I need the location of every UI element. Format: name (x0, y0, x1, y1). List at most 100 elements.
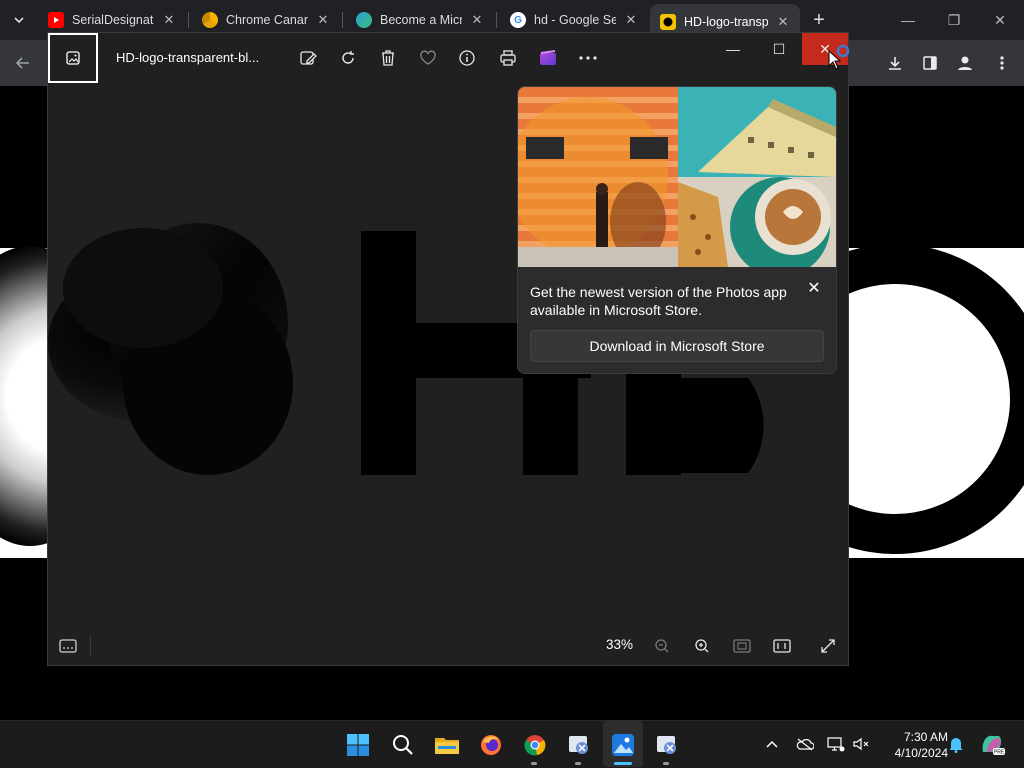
onedrive-tray-button[interactable] (795, 733, 815, 755)
taskbar-clock[interactable]: 7:30 AM 4/10/2024 (880, 729, 948, 761)
photos-icon (612, 734, 634, 756)
close-icon[interactable]: ✕ (316, 12, 330, 28)
store-update-popup: Get the newest version of the Photos app… (517, 86, 837, 374)
chrome-button[interactable] (519, 729, 551, 761)
firefox-button[interactable] (475, 729, 507, 761)
tab-google-search[interactable]: G hd - Google Search ✕ (500, 6, 648, 34)
tab-divider (496, 12, 497, 28)
network-icon (827, 737, 845, 752)
tab-chrome-canary[interactable]: Chrome Canary ✕ (192, 6, 340, 34)
favorite-button[interactable] (416, 46, 440, 70)
windows-taskbar: 7:30 AM 4/10/2024 PRE (0, 720, 1024, 768)
close-icon[interactable]: ✕ (776, 14, 790, 30)
browser-close-button[interactable]: ✕ (980, 8, 1020, 32)
snipping-tool-icon (569, 736, 588, 754)
promo-collage-image (518, 87, 836, 267)
file-explorer-icon (435, 738, 459, 754)
download-icon (889, 57, 901, 70)
volume-tray-button[interactable] (851, 733, 871, 755)
active-indicator (614, 762, 632, 765)
new-tab-button[interactable]: + (808, 8, 830, 32)
photos-minimize-button[interactable]: — (710, 33, 756, 65)
more-options-icon (579, 56, 597, 60)
browser-minimize-button[interactable]: — (888, 8, 928, 32)
print-button[interactable] (496, 46, 520, 70)
chrome-menu-button[interactable] (987, 48, 1017, 78)
image-thumbnail-icon (66, 51, 80, 65)
copilot-button[interactable]: PRE (978, 733, 1006, 756)
side-panel-button[interactable] (915, 48, 945, 78)
profile-button[interactable] (950, 48, 980, 78)
show-hidden-icons-button[interactable] (762, 733, 782, 755)
delete-button[interactable] (376, 46, 400, 70)
search-icon (393, 735, 413, 755)
snipping-tool-icon-2 (657, 736, 676, 754)
clipchamp-button[interactable] (536, 46, 560, 70)
zoom-in-icon (695, 639, 709, 653)
running-indicator (531, 762, 537, 765)
expand-icon (821, 639, 835, 653)
notification-bell-icon (949, 738, 963, 753)
info-icon (459, 50, 475, 66)
actual-size-button[interactable] (769, 634, 795, 658)
onedrive-icon (796, 738, 814, 751)
edit-image-icon (300, 51, 317, 65)
info-button[interactable] (455, 46, 479, 70)
clock-time: 7:30 AM (903, 730, 948, 744)
more-options-button[interactable] (576, 46, 600, 70)
promo-message: Get the newest version of the Photos app… (530, 284, 787, 318)
running-indicator (575, 762, 581, 765)
rotate-button[interactable] (336, 46, 360, 70)
favorite-icon (420, 50, 436, 65)
promo-close-button[interactable]: ✕ (804, 279, 824, 299)
photos-taskbar-button[interactable] (607, 729, 639, 761)
tab-divider (188, 12, 189, 28)
zoom-level[interactable]: 33% (606, 637, 633, 652)
tab-title: Become a Microsoft (380, 13, 462, 27)
tab-title: SerialDesignation (72, 13, 154, 27)
file-explorer-button[interactable] (431, 729, 463, 761)
tab-title: Chrome Canary (226, 13, 308, 27)
zoom-out-button[interactable] (649, 634, 675, 658)
svg-text:PRE: PRE (994, 750, 1005, 756)
start-button[interactable] (342, 729, 374, 761)
running-indicator (663, 762, 669, 765)
close-icon[interactable]: ✕ (470, 12, 484, 28)
photos-maximize-button[interactable]: ☐ (756, 33, 802, 65)
filmstrip-toggle-button[interactable] (48, 33, 98, 83)
hd-logo-icon (660, 14, 676, 30)
tab-search-button[interactable] (6, 8, 32, 32)
zoom-out-icon (655, 639, 669, 653)
edge-icon (356, 12, 372, 28)
close-icon[interactable]: ✕ (624, 12, 638, 28)
close-icon[interactable]: ✕ (162, 12, 176, 28)
zoom-in-button[interactable] (689, 634, 715, 658)
photos-status-bar: 33% (48, 627, 848, 665)
full-screen-button[interactable] (815, 634, 841, 658)
taskbar-search-button[interactable] (387, 729, 419, 761)
back-button[interactable] (8, 48, 38, 78)
google-icon: G (510, 12, 526, 28)
filmstrip-button[interactable] (55, 634, 81, 658)
delete-icon (382, 50, 394, 66)
firefox-icon (481, 735, 501, 755)
fit-to-window-button[interactable] (729, 634, 755, 658)
downloads-button[interactable] (880, 48, 910, 78)
photo-file-name: HD-logo-transparent-bl... (116, 50, 260, 65)
fit-window-icon (733, 639, 751, 653)
download-store-button[interactable]: Download in Microsoft Store (530, 330, 824, 362)
tab-serialdesignation[interactable]: SerialDesignation ✕ (38, 6, 186, 34)
browser-restore-button[interactable]: ❐ (934, 8, 974, 32)
actual-size-icon (773, 639, 791, 653)
snipping-tool-button-2[interactable] (651, 729, 683, 761)
notifications-button[interactable] (946, 733, 966, 755)
snipping-tool-button[interactable] (563, 729, 595, 761)
edit-image-button[interactable] (296, 46, 320, 70)
network-tray-button[interactable] (826, 733, 846, 755)
loading-spinner-icon (836, 44, 850, 58)
photos-title-bar: HD-logo-transparent-bl... — ☐ ✕ (48, 33, 848, 83)
chevron-up-icon (766, 740, 778, 748)
chevron-down-icon (14, 17, 24, 24)
tab-title: hd - Google Search (534, 13, 616, 27)
tab-become-microsoft[interactable]: Become a Microsoft ✕ (346, 6, 494, 34)
